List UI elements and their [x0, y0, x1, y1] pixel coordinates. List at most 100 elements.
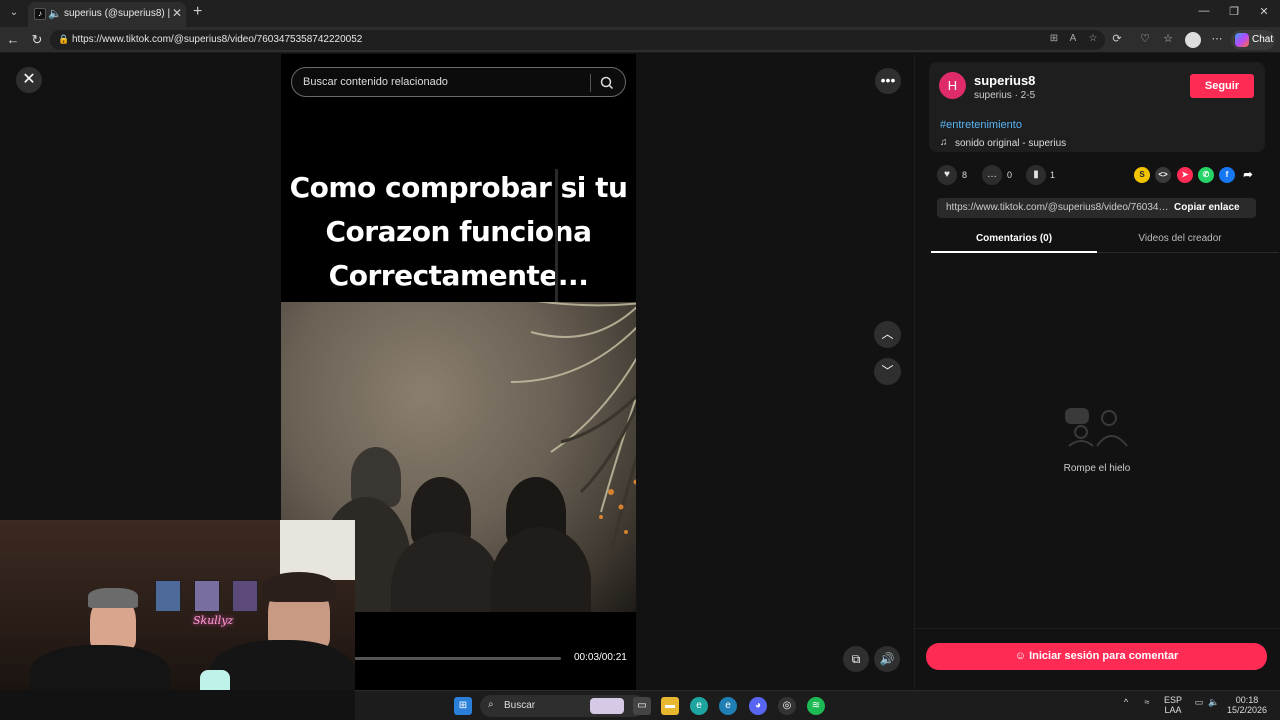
tab-title: superius (@superius8) | TikTok: [64, 8, 172, 19]
browser-essentials-icon[interactable]: ♡: [1137, 32, 1153, 48]
embed-code-icon[interactable]: <>: [1155, 167, 1171, 183]
next-video-button[interactable]: ﹀: [874, 358, 901, 385]
minimize-icon[interactable]: —: [1196, 5, 1212, 21]
coin-share-icon[interactable]: S: [1134, 167, 1150, 183]
empty-comments-illustration: [1065, 408, 1128, 447]
window-light: [280, 520, 355, 580]
video-time: 00:03/00:21: [574, 652, 627, 663]
empty-comments-text: Rompe el hielo: [1063, 463, 1131, 474]
favorite-star-icon[interactable]: ☆: [1086, 33, 1100, 47]
author-avatar[interactable]: H: [939, 72, 966, 99]
send-to-friends-icon[interactable]: ➤: [1177, 167, 1193, 183]
music-note-icon: ♫: [940, 137, 948, 148]
streamer-cap: [88, 588, 138, 608]
browser-tab-active[interactable]: ♪ 🔈 superius (@superius8) | TikTok ✕: [28, 2, 186, 27]
taskbar-search-icon: ⌕: [488, 699, 494, 710]
tab-actions-menu-icon[interactable]: ⌄: [6, 5, 22, 21]
copilot-icon: [1235, 33, 1249, 47]
guest-body: [210, 640, 355, 690]
like-heart-icon[interactable]: ♥: [937, 165, 957, 185]
language-code: ESP: [1163, 695, 1182, 705]
new-tab-icon[interactable]: +: [193, 3, 209, 21]
display-icon[interactable]: ▭: [1193, 697, 1205, 708]
copy-link-button[interactable]: Copiar enlace: [1174, 202, 1240, 213]
more-options-icon[interactable]: ⋯: [1209, 32, 1225, 48]
tiktok-video-page: ✕ Buscar contenido relacionado Como comp…: [0, 54, 1280, 690]
tab-comments[interactable]: Comentarios (0): [931, 233, 1097, 244]
tab-audio-icon[interactable]: 🔈: [48, 7, 62, 21]
volume-tray-icon[interactable]: 🔈: [1208, 697, 1220, 708]
file-explorer-icon[interactable]: ▬: [661, 697, 679, 715]
task-view-icon[interactable]: ▭: [633, 697, 651, 715]
address-toolbar: ← ↻ 🔒 https://www.tiktok.com/@superius8/…: [0, 27, 1280, 53]
smart-speaker: [200, 670, 230, 690]
panel-tabs: Comentarios (0) Videos del creador: [931, 228, 1279, 253]
follow-button[interactable]: Seguir: [1190, 74, 1254, 98]
volume-icon[interactable]: 🔊: [874, 646, 900, 672]
language-indicator[interactable]: ESP LAA: [1161, 695, 1185, 715]
related-search-input[interactable]: Buscar contenido relacionado: [291, 67, 626, 97]
extensions-icon[interactable]: ⟳: [1109, 32, 1125, 48]
more-options-button[interactable]: •••: [875, 68, 901, 94]
app-icon[interactable]: ◎: [778, 697, 796, 715]
url-text[interactable]: https://www.tiktok.com/@superius8/video/…: [72, 34, 362, 45]
tiktok-favicon-icon: ♪: [34, 8, 46, 20]
network-icon[interactable]: ≈: [1140, 697, 1154, 707]
author-username[interactable]: superius8: [974, 73, 1035, 88]
site-info-icon[interactable]: 🔒: [58, 34, 69, 45]
copilot-chat-button[interactable]: Chat: [1231, 30, 1275, 50]
edge-icon[interactable]: e: [690, 697, 708, 715]
refresh-icon[interactable]: ↻: [29, 32, 45, 48]
app-available-icon[interactable]: ⊞: [1047, 33, 1061, 47]
clock[interactable]: 00:18 15/2/2026: [1223, 695, 1271, 715]
share-link-box: https://www.tiktok.com/@superius8/video/…: [937, 198, 1256, 218]
taskbar-search[interactable]: ⌕ Buscar: [480, 695, 645, 717]
search-placeholder: Buscar contenido relacionado: [303, 76, 448, 88]
active-tab-indicator: [931, 251, 1097, 253]
hashtag-link[interactable]: #entretenimiento: [940, 119, 1022, 131]
back-icon[interactable]: ←: [5, 32, 21, 48]
whatsapp-icon[interactable]: ✆: [1198, 167, 1214, 183]
close-video-button[interactable]: ✕: [16, 67, 42, 93]
wall-poster: [194, 580, 220, 612]
sound-link[interactable]: sonido original - superius: [955, 138, 1066, 149]
keyboard-layout: LAA: [1164, 705, 1182, 715]
video-link-text[interactable]: https://www.tiktok.com/@superius8/video/…: [946, 202, 1170, 213]
window-close-icon[interactable]: ✕: [1256, 5, 1272, 21]
previous-video-button[interactable]: ︿: [874, 321, 901, 348]
comment-icon[interactable]: …: [982, 165, 1002, 185]
video-caption: Como comprobar si tu Corazon funciona Co…: [281, 166, 636, 298]
search-divider: [590, 74, 591, 92]
tab-creator-videos[interactable]: Videos del creador: [1097, 233, 1263, 244]
floating-player-icon[interactable]: ⧉: [843, 646, 869, 672]
author-subtitle: superius · 2-5: [974, 90, 1036, 101]
like-count: 8: [962, 170, 968, 180]
comment-count: 0: [1007, 170, 1013, 180]
spotify-icon[interactable]: ≋: [807, 697, 825, 715]
neon-sign: Skullyz: [193, 614, 234, 627]
windows-start-icon[interactable]: ⊞: [454, 697, 472, 715]
restore-icon[interactable]: ❐: [1226, 5, 1242, 21]
discord-icon[interactable]: ◕: [749, 697, 767, 715]
share-arrow-icon[interactable]: ➦: [1240, 167, 1256, 183]
tab-bar: ⌄ ♪ 🔈 superius (@superius8) | TikTok ✕ +…: [0, 0, 1280, 27]
guest-hair: [262, 572, 336, 602]
login-to-comment-button[interactable]: ☺ Iniciar sesión para comentar: [926, 643, 1267, 670]
tab-close-icon[interactable]: ✕: [172, 6, 184, 20]
facebook-icon[interactable]: f: [1219, 167, 1235, 183]
translate-icon[interactable]: A: [1066, 33, 1080, 47]
taskbar-search-label: Buscar: [504, 700, 536, 711]
chat-label: Chat: [1252, 34, 1274, 45]
search-icon[interactable]: [598, 74, 616, 92]
video-edge: [555, 169, 558, 304]
profile-avatar[interactable]: [1185, 32, 1201, 48]
tray-overflow-icon[interactable]: ^: [1120, 697, 1132, 707]
address-bar[interactable]: 🔒 https://www.tiktok.com/@superius8/vide…: [50, 30, 1105, 50]
edge-active-icon[interactable]: e: [719, 697, 737, 715]
windows-taskbar: ⊞ ⌕ Buscar ▭ ▬ e e ◕ ◎ ≋ ^ ≈ ESP LAA ▭ 🔈…: [355, 690, 1280, 720]
caption-line: Correctamente...: [328, 259, 589, 292]
search-highlight-image: [590, 698, 624, 714]
bookmark-icon[interactable]: ▮: [1026, 165, 1046, 185]
favorites-icon[interactable]: ☆: [1160, 32, 1176, 48]
caption-line: Como comprobar si tu: [289, 171, 628, 204]
